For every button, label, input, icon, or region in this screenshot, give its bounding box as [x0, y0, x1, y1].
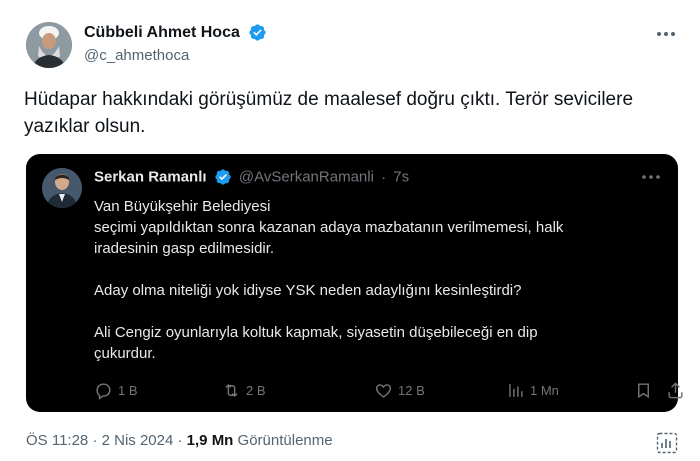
quote-line: seçimi yapıldıktan sonra kazanan adaya m…	[94, 219, 564, 236]
view-count: 1,9 Mn	[186, 432, 234, 449]
share-icon	[668, 381, 683, 398]
quote-line: Aday olma niteliği yok idiyse YSK neden …	[94, 282, 522, 299]
quote-line: çukurdur.	[94, 345, 156, 362]
views-button[interactable]: 1 Mn	[506, 380, 559, 400]
separator-dot: ·	[92, 432, 98, 449]
author-name[interactable]: Cübbeli Ahmet Hoca	[84, 24, 240, 42]
tweet: Cübbeli Ahmet Hoca @c_ahmethoca Hüdapar …	[0, 0, 700, 461]
retweet-count: 2 B	[246, 382, 266, 398]
verified-badge-icon	[249, 24, 266, 41]
quote-author-handle[interactable]: @AvSerkanRamanli	[239, 169, 374, 186]
quote-line: Ali Cengiz oyunlarıyla koltuk kapmak, si…	[94, 324, 538, 341]
views-count: 1 Mn	[530, 382, 559, 398]
reply-count: 1 B	[118, 382, 138, 398]
more-options-icon[interactable]	[654, 24, 678, 44]
quote-author-avatar[interactable]	[42, 168, 82, 208]
quote-timestamp[interactable]: 7s	[393, 169, 409, 186]
post-time[interactable]: ÖS 11:28	[26, 432, 88, 449]
analytics-icon[interactable]	[656, 432, 678, 454]
separator-dot: ·	[177, 432, 183, 449]
share-button[interactable]	[666, 380, 690, 400]
quote-line: iradesinin gasp edilmesidir.	[94, 240, 275, 257]
retweet-icon	[225, 383, 238, 397]
quote-text: Van Büyükşehir Belediyesi seçimi yapıldı…	[94, 196, 654, 364]
reply-button[interactable]: 1 B	[94, 380, 138, 400]
quoted-tweet[interactable]: Serkan Ramanlı @AvSerkanRamanli · 7s Van…	[26, 154, 683, 412]
retweet-button[interactable]: 2 B	[222, 380, 266, 400]
post-date[interactable]: 2 Nis 2024	[102, 432, 174, 449]
like-button[interactable]: 12 B	[374, 380, 425, 400]
quote-header: Serkan Ramanlı @AvSerkanRamanli · 7s	[94, 168, 409, 186]
verified-badge-icon	[215, 169, 231, 185]
reply-icon	[96, 382, 111, 400]
view-label: Görüntülenme	[237, 432, 333, 449]
author-avatar[interactable]	[26, 22, 72, 68]
quote-action-bar: 1 B 2 B 12 B 1 Mn	[94, 380, 683, 402]
bookmark-button[interactable]	[634, 380, 658, 400]
views-chart-icon	[509, 383, 523, 397]
quote-author-name[interactable]: Serkan Ramanlı	[94, 169, 207, 186]
author-handle[interactable]: @c_ahmethoca	[84, 47, 189, 64]
quote-line: Van Büyükşehir Belediyesi	[94, 198, 271, 215]
separator-dot: ·	[381, 168, 387, 186]
tweet-meta: ÖS 11:28 · 2 Nis 2024 · 1,9 Mn Görüntüle…	[26, 432, 333, 449]
author-info: Cübbeli Ahmet Hoca	[84, 23, 267, 42]
heart-icon	[375, 383, 392, 398]
tweet-text: Hüdapar hakkındaki görüşümüz de maalesef…	[24, 89, 634, 137]
bookmark-icon	[638, 382, 649, 398]
like-count: 12 B	[398, 382, 425, 398]
quote-more-options-icon[interactable]	[640, 168, 662, 186]
